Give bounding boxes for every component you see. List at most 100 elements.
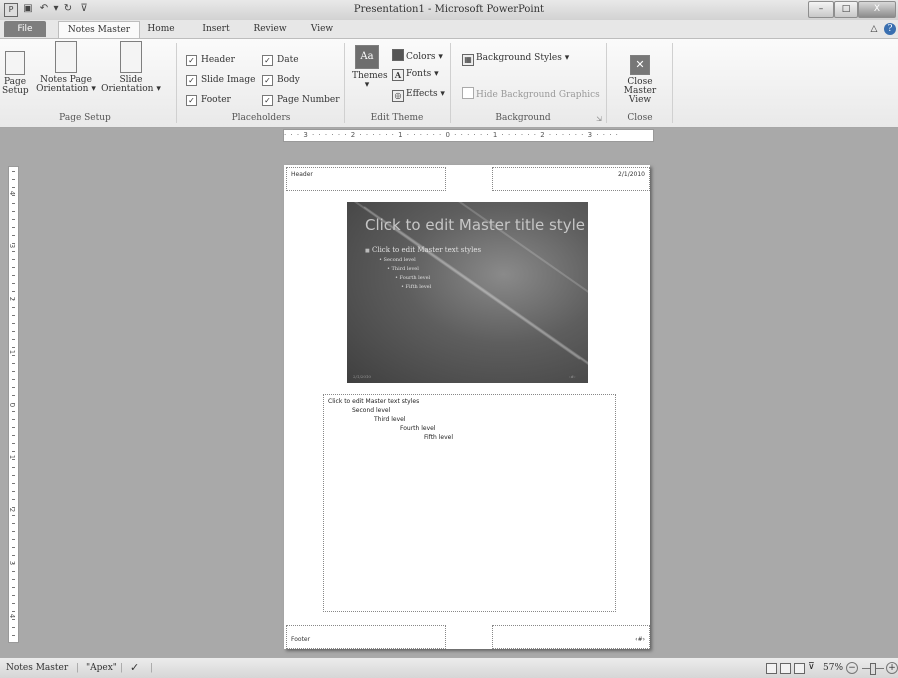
tab-review[interactable]: Review (248, 21, 292, 37)
zoom-out-button[interactable]: − (846, 662, 858, 674)
slide-level-4: • Fourth level (395, 275, 431, 281)
slide-show-icon[interactable]: ⊽ (808, 663, 817, 672)
tab-home[interactable]: Home (142, 21, 180, 37)
vertical-ruler-tick (12, 627, 15, 628)
check-icon: ✓ (186, 95, 197, 106)
group-label-edit-theme: Edit Theme (370, 113, 424, 123)
header-checkbox[interactable]: ✓ Header (186, 55, 235, 66)
hide-background-graphics-checkbox[interactable]: Hide Background Graphics (462, 87, 600, 100)
tab-notes-master[interactable]: Notes Master (58, 21, 140, 39)
check-icon: ✓ (262, 75, 273, 86)
horizontal-ruler[interactable]: · · · 3 · · · · · · 2 · · · · · · 1 · · … (283, 129, 654, 142)
slide-image[interactable]: Click to edit Master title style ■ Click… (347, 202, 588, 383)
vertical-ruler-tick (12, 203, 15, 204)
themes-arrow: ▾ (364, 80, 370, 90)
slide-orientation-label-2: Orientation ▾ (101, 84, 161, 94)
close-window-button[interactable]: X (858, 1, 896, 18)
slide-level-2: • Second level (379, 257, 416, 263)
vertical-ruler-tick (12, 251, 15, 252)
ribbon-tabs: File Notes Master Home Insert Review Vie… (0, 20, 898, 39)
notes-page-orientation-button[interactable]: Notes Page Orientation ▾ (34, 41, 98, 94)
slide-orientation-button[interactable]: Slide Orientation ▾ (100, 41, 162, 94)
notes-level-4: Fourth level (400, 425, 436, 432)
status-theme-name[interactable]: "Apex" (86, 663, 117, 673)
vertical-ruler-tick (12, 171, 15, 172)
vertical-ruler[interactable]: 432101234 (8, 166, 19, 643)
bullet-icon: ■ (365, 248, 370, 254)
themes-button[interactable]: Aa Themes ▾ (352, 45, 388, 90)
vertical-ruler-tick (12, 451, 15, 452)
page-number-placeholder[interactable]: ‹#› (492, 625, 650, 649)
vertical-ruler-label: 2 (8, 507, 17, 513)
vertical-ruler-tick (12, 187, 15, 188)
colors-button[interactable]: Colors ▾ (392, 49, 443, 62)
effects-button[interactable]: ◎ Effects ▾ (392, 89, 445, 102)
vertical-ruler-tick (12, 275, 15, 276)
dialog-launcher-icon[interactable]: ⇲ (596, 115, 602, 123)
minimize-ribbon-icon[interactable]: △ (868, 21, 880, 37)
vertical-ruler-tick (12, 563, 15, 564)
group-divider (344, 43, 345, 123)
page-setup-button[interactable]: Page Setup (2, 51, 29, 96)
maximize-button[interactable]: □ (834, 1, 858, 18)
background-styles-button[interactable]: ▦ Background Styles ▾ (462, 53, 569, 66)
footer-checkbox[interactable]: ✓ Footer (186, 95, 231, 106)
page-setup-label-2: Setup (2, 86, 29, 96)
vertical-ruler-tick (12, 547, 15, 548)
vertical-ruler-tick (12, 427, 15, 428)
vertical-ruler-tick (12, 611, 15, 612)
body-checkbox[interactable]: ✓ Body (262, 75, 300, 86)
slide-image-checkbox[interactable]: ✓ Slide Image (186, 75, 255, 86)
header-placeholder[interactable]: Header (286, 167, 446, 191)
effects-icon: ◎ (392, 90, 404, 102)
status-view-name: Notes Master (6, 663, 69, 673)
close-icon: ✕ (630, 55, 650, 75)
footer-placeholder[interactable]: Footer (286, 625, 446, 649)
slide-footer-number: ‹#› (569, 374, 576, 379)
slide-title: Click to edit Master title style (365, 216, 585, 234)
slide-level-3-text: Third level (391, 266, 419, 272)
tab-view[interactable]: View (304, 21, 340, 37)
close-master-view-button[interactable]: ✕ Close Master View (612, 55, 668, 105)
page-number-checkbox[interactable]: ✓ Page Number (262, 95, 340, 106)
vertical-ruler-tick (12, 387, 15, 388)
tab-file[interactable]: File (4, 21, 46, 37)
fonts-button[interactable]: A Fonts ▾ (392, 69, 439, 81)
vertical-ruler-tick (12, 459, 15, 460)
spelling-check-icon[interactable]: ✓ (130, 661, 139, 674)
notes-body-placeholder[interactable]: Click to edit Master text styles Second … (323, 394, 616, 612)
reading-view-icon[interactable] (794, 663, 805, 674)
zoom-level[interactable]: 57% (823, 663, 843, 673)
status-bar: Notes Master | "Apex" | ✓ | ⊽ 57% − + (0, 657, 898, 678)
minimize-button[interactable]: – (808, 1, 834, 18)
help-icon[interactable]: ? (884, 23, 896, 35)
normal-view-icon[interactable] (766, 663, 777, 674)
vertical-ruler-tick (12, 371, 15, 372)
zoom-in-button[interactable]: + (886, 662, 898, 674)
vertical-ruler-tick (12, 363, 15, 364)
vertical-ruler-tick (12, 331, 15, 332)
vertical-ruler-tick (12, 227, 15, 228)
vertical-ruler-tick (12, 219, 15, 220)
fonts-label: Fonts ▾ (406, 69, 439, 79)
date-checkbox[interactable]: ✓ Date (262, 55, 299, 66)
fonts-icon: A (392, 69, 404, 81)
vertical-ruler-tick (12, 475, 15, 476)
tab-insert[interactable]: Insert (196, 21, 236, 37)
check-icon: ✓ (186, 55, 197, 66)
vertical-ruler-tick (12, 355, 15, 356)
check-icon: ✓ (262, 95, 273, 106)
vertical-ruler-tick (12, 179, 15, 180)
vertical-ruler-tick (12, 195, 15, 196)
body-checkbox-label: Body (277, 75, 300, 85)
zoom-slider-thumb[interactable] (870, 663, 876, 675)
close-master-view-label-2: Master View (623, 86, 657, 105)
notes-level-2: Second level (352, 407, 391, 414)
vertical-ruler-tick (12, 379, 15, 380)
group-divider (672, 43, 673, 123)
vertical-ruler-label: 1 (8, 349, 17, 354)
date-placeholder[interactable]: 2/1/2010 (492, 167, 650, 191)
slide-sorter-view-icon[interactable] (780, 663, 791, 674)
notes-orientation-label-2: Orientation ▾ (36, 84, 96, 94)
notes-page: Header 2/1/2010 Click to edit Master tit… (284, 165, 650, 649)
